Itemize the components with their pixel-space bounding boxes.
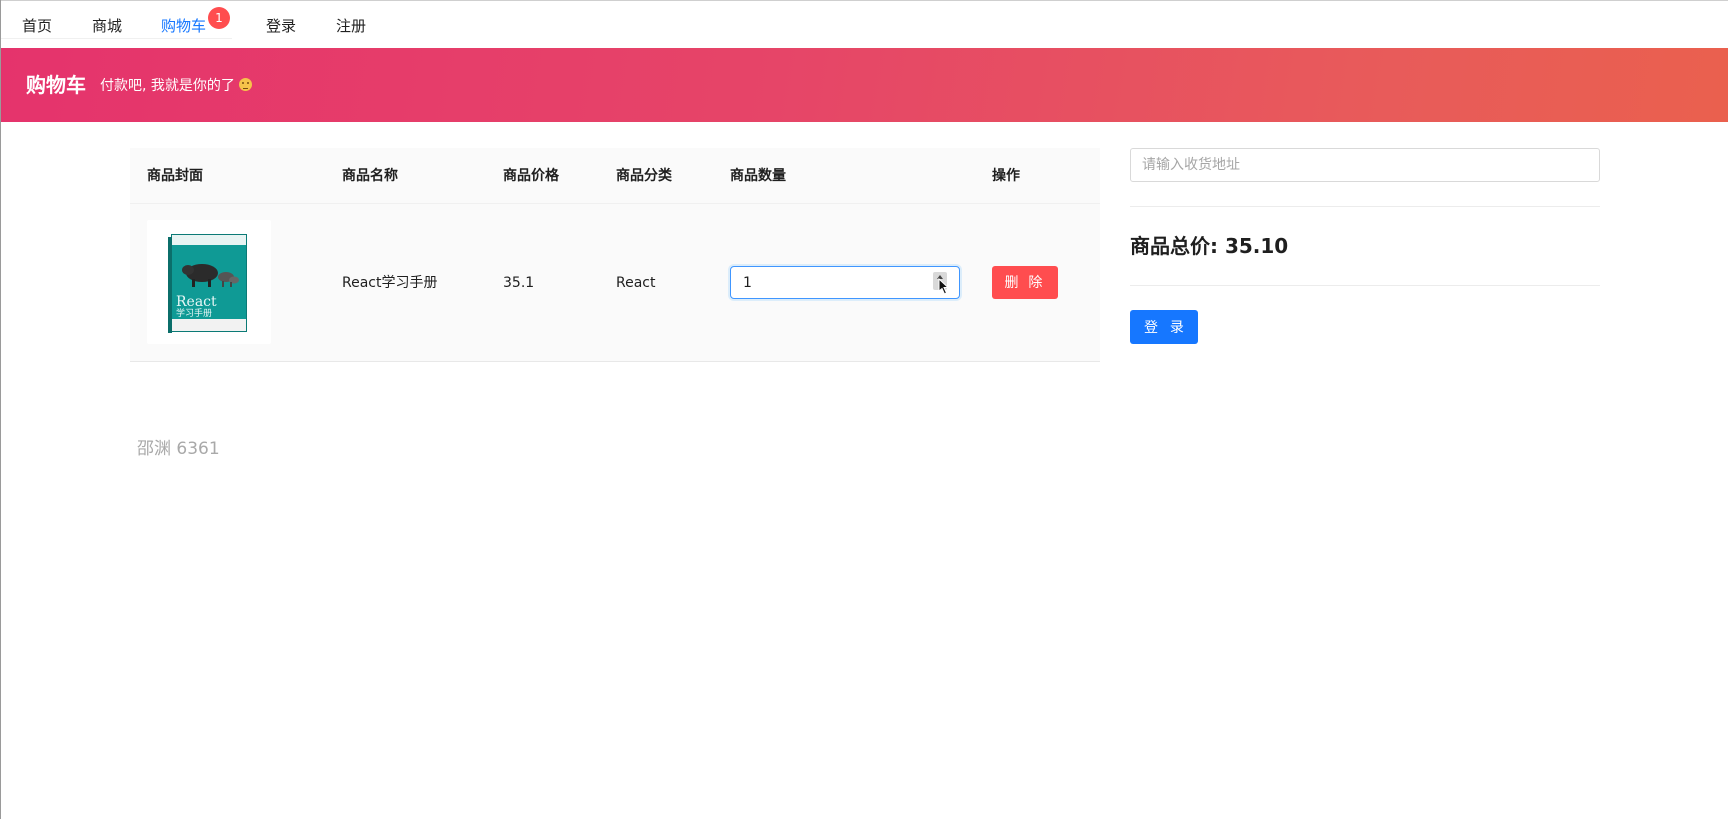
page-header-banner: 购物车 付款吧, 我就是你的了 <box>0 48 1728 122</box>
table-row: React 学习手册 React学习手册 35.1 React 1 删 除 <box>130 204 1100 362</box>
nav-item-mall[interactable]: 商城 <box>92 16 122 36</box>
product-price: 35.1 <box>503 275 535 291</box>
delete-button[interactable]: 删 除 <box>992 266 1058 299</box>
page-subtitle: 付款吧, 我就是你的了 <box>100 76 252 96</box>
login-button[interactable]: 登 录 <box>1130 310 1198 344</box>
page-subtitle-text: 付款吧, 我就是你的了 <box>100 78 235 94</box>
table-header: 商品封面 商品名称 商品价格 商品分类 商品数量 操作 <box>130 148 1100 204</box>
column-header-category: 商品分类 <box>616 168 672 184</box>
checkout-divider-top <box>1130 206 1600 207</box>
mouse-pointer-icon <box>938 278 950 295</box>
book-cover-title: React <box>176 294 217 310</box>
nav-item-login[interactable]: 登录 <box>266 16 296 36</box>
nav-item-home[interactable]: 首页 <box>22 16 52 36</box>
window-left-border <box>0 0 1 819</box>
smiley-emoji-icon <box>238 78 252 91</box>
column-header-cover: 商品封面 <box>147 168 203 184</box>
product-name: React学习手册 <box>342 275 438 291</box>
cart-table: 商品封面 商品名称 商品价格 商品分类 商品数量 操作 React 学习手册 R… <box>130 148 1100 362</box>
page-title: 购物车 <box>26 73 86 97</box>
boar-illustration-icon <box>182 264 239 287</box>
book-cover-subtitle: 学习手册 <box>176 309 213 319</box>
nav-divider <box>0 38 232 39</box>
cart-count-badge: 1 <box>208 7 230 29</box>
product-category: React <box>616 275 656 291</box>
product-cover-image: React 学习手册 <box>147 220 271 344</box>
watermark-text: 邵渊 6361 <box>137 439 220 459</box>
nav-item-register[interactable]: 注册 <box>336 16 366 36</box>
shipping-address-input[interactable] <box>1130 148 1600 182</box>
book-top-band <box>172 235 246 245</box>
column-header-quantity: 商品数量 <box>730 168 786 184</box>
quantity-value[interactable]: 1 <box>743 274 752 292</box>
cart-total-price: 商品总价: 35.10 <box>1130 234 1289 258</box>
top-nav: 首页 商城 购物车 1 登录 注册 <box>0 1 1728 49</box>
book-cover: React 学习手册 <box>168 234 247 333</box>
checkout-divider-bottom <box>1130 285 1600 286</box>
quantity-stepper[interactable]: 1 <box>730 266 960 299</box>
column-header-price: 商品价格 <box>503 168 559 184</box>
book-bottom-band <box>172 319 246 331</box>
column-header-name: 商品名称 <box>342 168 398 184</box>
nav-item-cart[interactable]: 购物车 <box>161 16 206 36</box>
column-header-actions: 操作 <box>992 168 1020 184</box>
